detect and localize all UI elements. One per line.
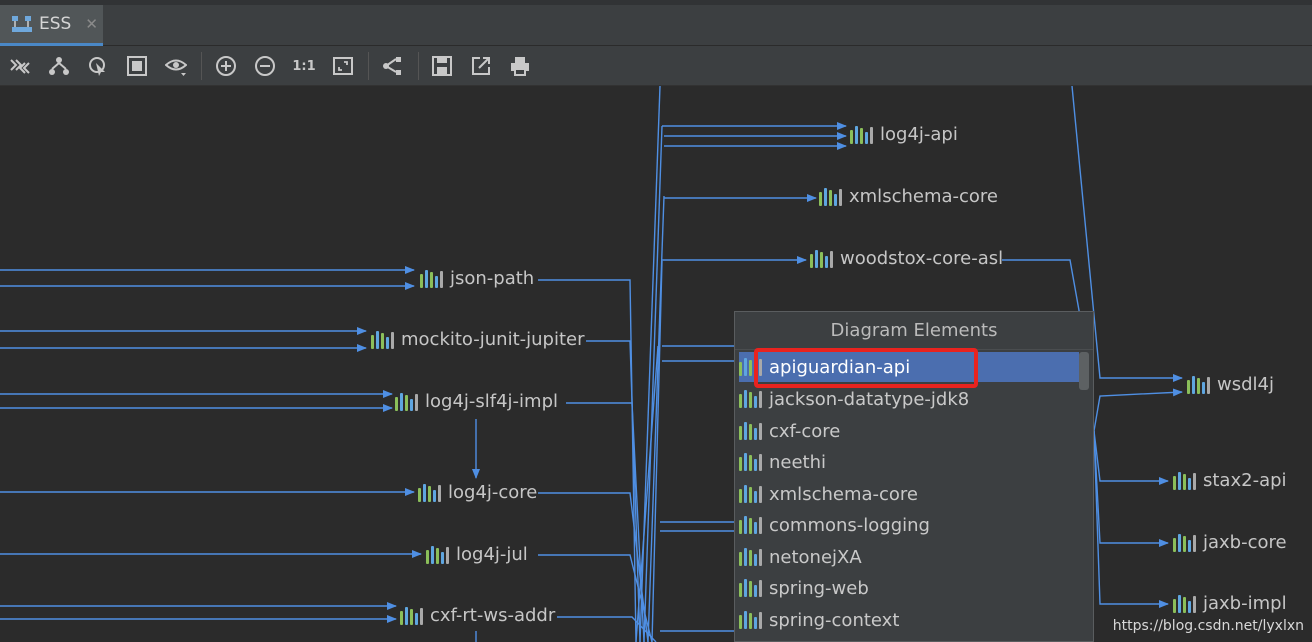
library-icon bbox=[400, 606, 423, 625]
diagram-canvas[interactable]: log4j-api xmlschema-core woodstox-core-a… bbox=[0, 86, 1312, 642]
save-icon[interactable] bbox=[430, 54, 454, 78]
library-icon bbox=[1173, 594, 1196, 613]
node-jaxb-impl[interactable]: jaxb-impl bbox=[1173, 593, 1287, 614]
highlight-annotation bbox=[754, 348, 978, 388]
node-mockito-junit-jupiter[interactable]: mockito-junit-jupiter bbox=[371, 329, 585, 350]
popup-item-label: netonejXA bbox=[769, 546, 862, 568]
node-label: mockito-junit-jupiter bbox=[401, 329, 585, 350]
popup-item-label: neethi bbox=[769, 451, 827, 473]
library-icon bbox=[739, 516, 762, 534]
print-icon[interactable] bbox=[508, 54, 532, 78]
popup-item-label: jackson-datatype-jdk8 bbox=[769, 388, 970, 410]
node-label: stax2-api bbox=[1203, 470, 1287, 491]
library-icon bbox=[739, 422, 762, 440]
node-json-path[interactable]: json-path bbox=[420, 268, 534, 289]
zoom-in-icon[interactable] bbox=[214, 54, 238, 78]
fit-content-icon[interactable] bbox=[331, 54, 355, 78]
library-icon bbox=[739, 579, 762, 597]
node-label: log4j-api bbox=[880, 124, 958, 145]
node-label: wsdl4j bbox=[1217, 374, 1274, 395]
eye-icon[interactable] bbox=[164, 54, 188, 78]
toolbar-separator bbox=[418, 52, 419, 80]
navigate-icon[interactable] bbox=[86, 54, 110, 78]
popup-item-netonejxa[interactable]: netonejXA bbox=[739, 542, 862, 572]
node-label: json-path bbox=[450, 268, 535, 289]
node-log4j-core[interactable]: log4j-core bbox=[418, 482, 537, 503]
library-icon bbox=[819, 187, 842, 206]
library-icon bbox=[418, 483, 441, 502]
node-woodstox-core-asl[interactable]: woodstox-core-asl bbox=[810, 248, 1003, 269]
node-label: jaxb-impl bbox=[1203, 593, 1287, 614]
watermark: https://blog.csdn.net/lyxlxn bbox=[1112, 618, 1304, 634]
node-label: log4j-core bbox=[448, 482, 538, 503]
tab-ess[interactable]: ESS ✕ bbox=[0, 5, 103, 46]
node-wsdl4j[interactable]: wsdl4j bbox=[1187, 374, 1274, 395]
library-icon bbox=[739, 453, 762, 471]
node-log4j-api[interactable]: log4j-api bbox=[850, 124, 958, 145]
export-icon[interactable] bbox=[469, 54, 493, 78]
node-log4j-slf4j-impl[interactable]: log4j-slf4j-impl bbox=[395, 391, 558, 412]
expand-all-icon[interactable] bbox=[8, 54, 32, 78]
node-label: jaxb-core bbox=[1203, 532, 1287, 553]
library-icon bbox=[395, 392, 418, 411]
popup-item-label: spring-web bbox=[769, 577, 869, 599]
library-icon bbox=[739, 611, 762, 629]
popup-item-label: spring-context bbox=[769, 609, 900, 631]
layout-icon[interactable] bbox=[47, 54, 71, 78]
library-icon bbox=[739, 548, 762, 566]
popup-item-commons-logging[interactable]: commons-logging bbox=[739, 510, 930, 540]
node-cxf-rt-ws-addr[interactable]: cxf-rt-ws-addr bbox=[400, 605, 555, 626]
node-xmlschema-core[interactable]: xmlschema-core bbox=[819, 186, 998, 207]
library-icon bbox=[739, 485, 762, 503]
library-icon bbox=[426, 545, 449, 564]
node-label: xmlschema-core bbox=[849, 186, 998, 207]
node-jaxb-core[interactable]: jaxb-core bbox=[1173, 532, 1287, 553]
close-icon[interactable]: ✕ bbox=[85, 15, 98, 33]
node-log4j-jul[interactable]: log4j-jul bbox=[426, 544, 528, 565]
popup-item-xmlschema-core[interactable]: xmlschema-core bbox=[739, 479, 918, 509]
node-label: log4j-jul bbox=[456, 544, 528, 565]
popup-title: Diagram Elements bbox=[735, 312, 1093, 350]
popup-item-jackson-datatype-jdk8[interactable]: jackson-datatype-jdk8 bbox=[739, 384, 969, 414]
popup-item-spring-context[interactable]: spring-context bbox=[739, 605, 899, 635]
toolbar-separator bbox=[201, 52, 202, 80]
diagram-toolbar: 1:1 bbox=[0, 46, 1312, 86]
library-icon bbox=[810, 249, 833, 268]
library-icon bbox=[850, 125, 873, 144]
popup-item-spring-web[interactable]: spring-web bbox=[739, 573, 869, 603]
library-icon bbox=[420, 269, 443, 288]
hierarchy-icon[interactable] bbox=[380, 54, 404, 78]
actual-size-button[interactable]: 1:1 bbox=[292, 54, 316, 78]
popup-item-neethi[interactable]: neethi bbox=[739, 447, 826, 477]
library-icon bbox=[371, 330, 394, 349]
library-icon bbox=[1173, 471, 1196, 490]
popup-item-cxf-core[interactable]: cxf-core bbox=[739, 416, 840, 446]
library-icon bbox=[739, 390, 762, 408]
popup-scrollbar[interactable] bbox=[1079, 352, 1089, 390]
library-icon bbox=[1187, 375, 1210, 394]
select-all-icon[interactable] bbox=[125, 54, 149, 78]
actual-size-label: 1:1 bbox=[292, 58, 316, 74]
node-label: cxf-rt-ws-addr bbox=[430, 605, 556, 626]
popup-item-label: commons-logging bbox=[769, 514, 930, 536]
diagram-icon bbox=[11, 14, 33, 34]
node-label: log4j-slf4j-impl bbox=[425, 391, 559, 412]
dependency-edges bbox=[0, 86, 1183, 642]
popup-item-label: cxf-core bbox=[769, 420, 841, 442]
zoom-out-icon[interactable] bbox=[253, 54, 277, 78]
popup-item-label: xmlschema-core bbox=[769, 483, 918, 505]
toolbar-separator bbox=[368, 52, 369, 80]
tab-title: ESS bbox=[39, 14, 72, 34]
node-label: woodstox-core-asl bbox=[840, 248, 1004, 269]
editor-tab-bar: ESS ✕ bbox=[0, 0, 1312, 46]
node-stax2-api[interactable]: stax2-api bbox=[1173, 470, 1287, 491]
tab-bar-top-strip bbox=[0, 0, 1312, 5]
library-icon bbox=[1173, 533, 1196, 552]
